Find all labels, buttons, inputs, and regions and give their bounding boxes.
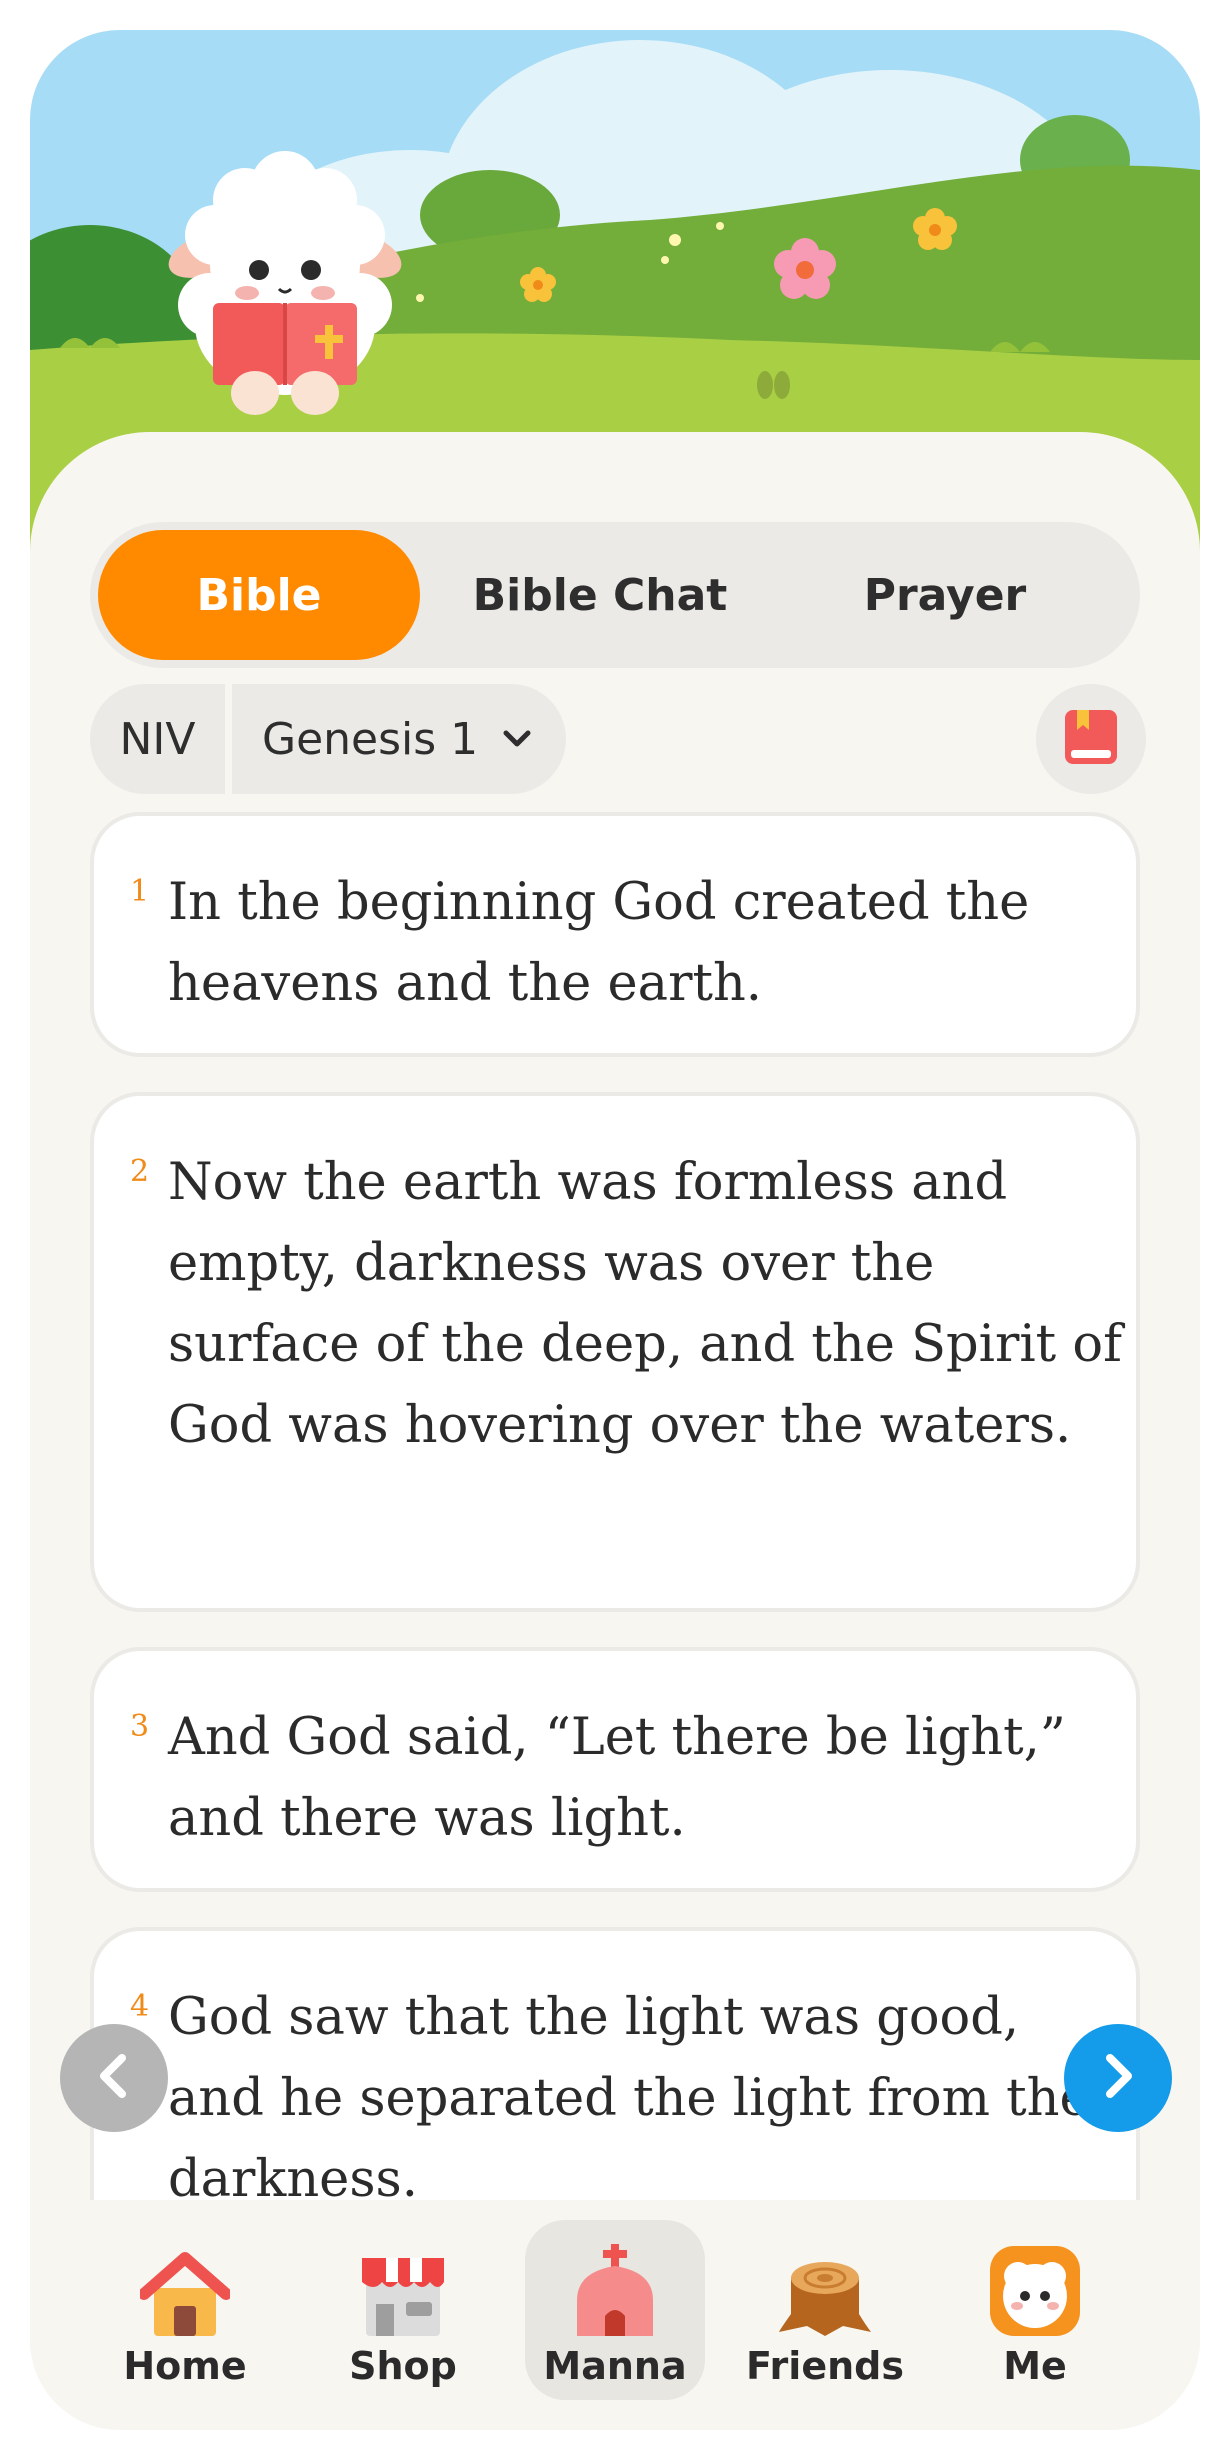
app-screen: Bible Bible Chat Prayer NIV Genesis 1 1 … — [30, 30, 1200, 2430]
chapter-selector[interactable]: Genesis 1 — [232, 684, 566, 794]
bottom-navigation: Home Shop Manna Friends Me — [30, 2200, 1200, 2430]
verse-number: 1 — [130, 874, 150, 909]
nav-friends[interactable]: Friends — [735, 2220, 915, 2400]
verse-text: God saw that the light was good, and he … — [168, 1988, 1090, 2209]
tree-stump-icon — [777, 2238, 873, 2338]
nav-shop-label: Shop — [349, 2344, 457, 2388]
verse-text: In the beginning God created the heavens… — [168, 873, 1030, 1013]
nav-me-label: Me — [1003, 2344, 1067, 2388]
verse-text: Now the earth was formless and empty, da… — [168, 1153, 1122, 1455]
verse-card[interactable]: 4 God saw that the light was good, and h… — [90, 1927, 1140, 2227]
chevron-down-icon — [502, 729, 532, 749]
nav-manna-label: Manna — [543, 2344, 687, 2388]
tab-bible[interactable]: Bible — [98, 530, 420, 660]
verse-card[interactable]: 3 And God said, “Let there be light,” an… — [90, 1647, 1140, 1892]
verse-text: And God said, “Let there be light,” and … — [168, 1708, 1066, 1848]
next-chapter-button[interactable] — [1064, 2024, 1172, 2132]
chevron-right-icon — [1098, 2052, 1138, 2104]
book-icon — [1063, 708, 1119, 770]
version-selector[interactable]: NIV — [90, 684, 225, 794]
nav-manna[interactable]: Manna — [525, 2220, 705, 2400]
nav-me[interactable]: Me — [945, 2220, 1125, 2400]
church-icon — [567, 2238, 663, 2338]
verse-number: 2 — [130, 1154, 150, 1189]
previous-chapter-button[interactable] — [60, 2024, 168, 2132]
bookmark-book-button[interactable] — [1036, 684, 1146, 794]
tab-bible-chat[interactable]: Bible Chat — [435, 530, 765, 660]
version-label: NIV — [119, 713, 196, 765]
shop-icon — [358, 2238, 448, 2338]
verse-card[interactable]: 1 In the beginning God created the heave… — [90, 812, 1140, 1057]
verse-card[interactable]: 2 Now the earth was formless and empty, … — [90, 1092, 1140, 1612]
verse-number: 4 — [130, 1989, 150, 2024]
nav-home[interactable]: Home — [95, 2220, 275, 2400]
segmented-tabs: Bible Bible Chat Prayer — [90, 522, 1140, 668]
chevron-left-icon — [94, 2052, 134, 2104]
verse-number: 3 — [130, 1709, 150, 1744]
nav-home-label: Home — [123, 2344, 247, 2388]
nav-shop[interactable]: Shop — [313, 2220, 493, 2400]
nav-friends-label: Friends — [746, 2344, 904, 2388]
sheep-avatar-icon — [988, 2238, 1082, 2338]
tab-prayer[interactable]: Prayer — [780, 530, 1110, 660]
content-sheet: Bible Bible Chat Prayer NIV Genesis 1 1 … — [30, 432, 1200, 2430]
chapter-label: Genesis 1 — [262, 713, 479, 765]
house-icon — [140, 2238, 230, 2338]
